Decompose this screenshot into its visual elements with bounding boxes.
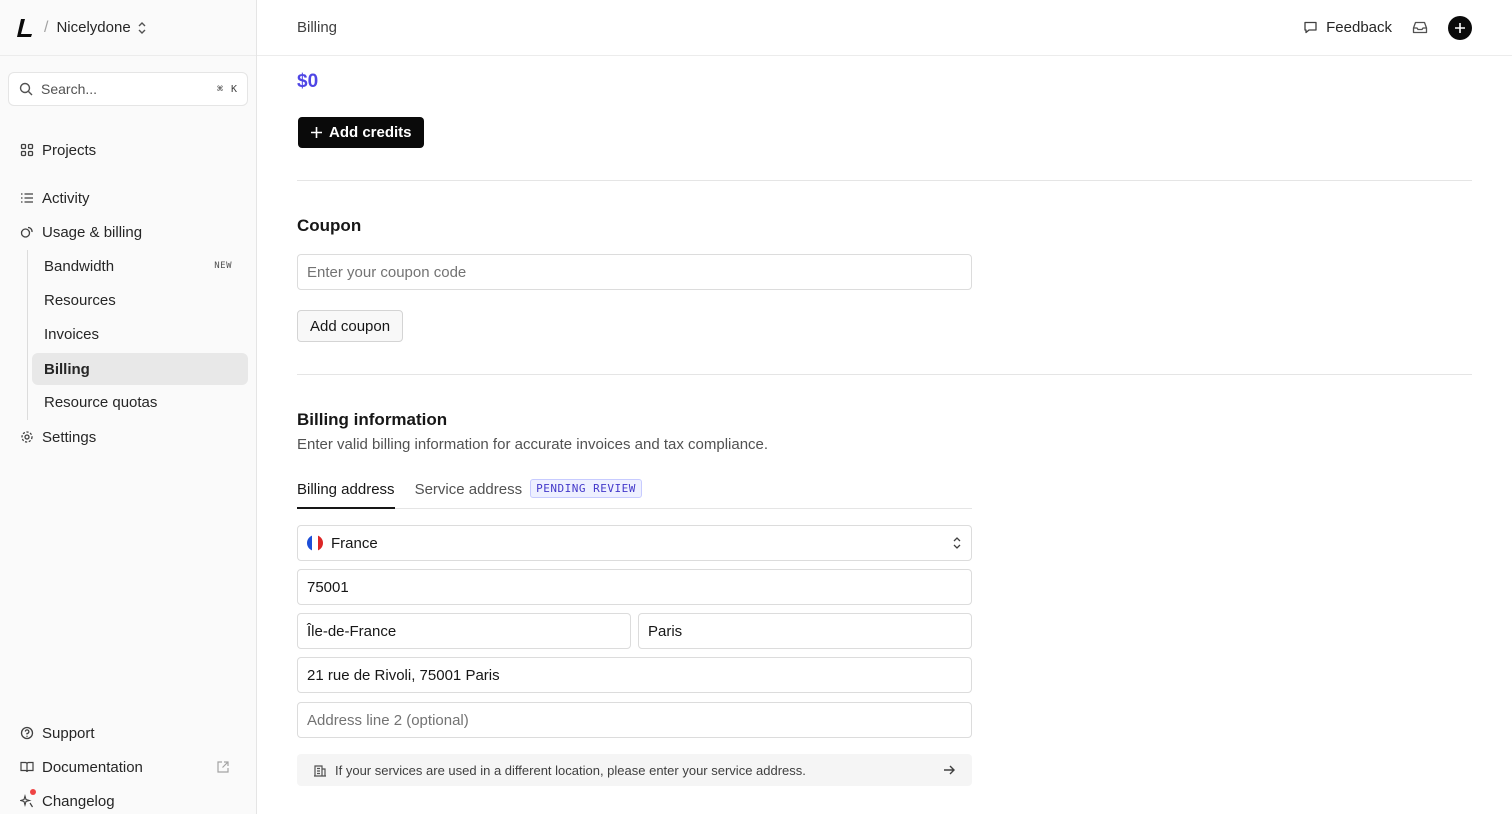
sidebar-item-label: Support [42,724,95,742]
coins-icon [20,226,33,238]
add-credits-button[interactable]: Add credits [298,117,424,148]
sidebar-item-label: Resources [44,291,116,309]
sidebar-item-label: Documentation [42,758,143,776]
france-flag-icon [307,535,323,551]
breadcrumb-separator: / [44,18,49,36]
credits-balance: $0 [297,71,319,92]
country-value: France [331,534,378,552]
kbd-cmd: ⌘ [216,83,223,95]
billing-info-description: Enter valid billing information for accu… [297,436,769,453]
billing-info-title: Billing information [297,410,448,429]
sparkle-icon [20,794,34,808]
sidebar-item-changelog[interactable]: Changelog [0,786,256,814]
create-button[interactable] [1448,15,1472,40]
feedback-button[interactable]: Feedback [1303,19,1392,36]
top-header: Billing Feedback [257,0,1512,56]
divider [297,374,1472,375]
address-tabs: Billing address Service address PENDING … [297,474,972,509]
sidebar-item-documentation[interactable]: Documentation [0,752,256,782]
sidebar: / Nicelydone Search... ⌘ K Projects Acti… [0,0,257,814]
sidebar-item-label: Bandwidth [44,257,115,275]
sidebar-subitem-resource-quotas[interactable]: Resource quotas [32,386,248,418]
sidebar-item-label: Invoices [44,325,100,343]
sidebar-subitem-bandwidth[interactable]: Bandwidth NEW [32,250,248,282]
inbox-icon [1412,21,1428,34]
sidebar-item-usage-billing[interactable]: Usage & billing [0,217,256,247]
sidebar-item-label: Activity [42,189,90,207]
external-link-icon [217,761,229,773]
sidebar-item-projects[interactable]: Projects [0,135,256,165]
tab-service-address[interactable]: Service address PENDING REVIEW [415,474,642,509]
postal-code-field[interactable]: 75001 [297,569,972,605]
address-line2-field[interactable]: Address line 2 (optional) [297,702,972,738]
sidebar-item-label: Billing [44,360,90,378]
sidebar-item-label: Changelog [42,792,115,810]
arrow-right-icon [944,765,955,775]
city-field[interactable]: Paris [638,613,972,649]
search-placeholder: Search... [41,81,98,97]
sidebar-subitem-billing[interactable]: Billing [32,353,248,385]
sidebar-item-activity[interactable]: Activity [0,183,256,213]
building-icon [314,765,326,777]
add-credits-label: Add credits [329,124,412,141]
service-address-notice[interactable]: If your services are used in a different… [297,754,972,786]
logo-icon [17,18,32,37]
notice-text: If your services are used in a different… [335,762,806,778]
sidebar-item-label: Projects [42,141,97,159]
message-icon [1304,21,1317,34]
notification-dot [30,789,36,795]
coupon-title: Coupon [297,216,362,235]
coupon-input[interactable]: Enter your coupon code [297,254,972,290]
grid-icon [20,143,34,157]
sidebar-item-support[interactable]: Support [0,718,256,748]
address-line1-field[interactable]: 21 rue de Rivoli, 75001 Paris [297,657,972,693]
sidebar-subitem-resources[interactable]: Resources [32,284,248,316]
sidebar-item-label: Settings [42,428,97,446]
feedback-label: Feedback [1326,19,1392,36]
chevron-up-down-icon [138,21,146,34]
sidebar-item-settings[interactable]: Settings [0,422,256,452]
gear-icon [21,431,33,443]
list-icon [21,193,33,203]
team-switcher-bar: / Nicelydone [0,0,256,56]
add-coupon-button[interactable]: Add coupon [297,310,404,342]
tab-label: Billing address [297,481,395,498]
team-selector[interactable]: Nicelydone [56,19,146,36]
page-title: Billing [297,19,338,36]
search-box[interactable]: Search... ⌘ K [8,72,248,106]
plus-icon [1455,22,1465,33]
submenu-guide-line [27,250,28,420]
new-badge: NEW [214,261,232,271]
plus-icon [311,127,322,138]
help-circle-icon [20,726,34,740]
sidebar-subitem-invoices[interactable]: Invoices [32,318,248,350]
kbd-k: K [230,83,237,95]
country-select[interactable]: France [297,525,972,561]
search-icon [19,82,33,96]
tab-billing-address[interactable]: Billing address [297,474,395,509]
divider [297,180,1472,181]
region-field[interactable]: Île-de-France [297,613,631,649]
sidebar-item-label: Resource quotas [44,393,158,411]
tab-label: Service address [414,481,523,498]
sidebar-item-label: Usage & billing [42,223,143,241]
team-name: Nicelydone [56,19,131,36]
book-icon [20,761,34,773]
chevron-up-down-icon [953,537,961,549]
inbox-button[interactable] [1412,20,1428,35]
pending-review-badge: PENDING REVIEW [530,479,642,498]
